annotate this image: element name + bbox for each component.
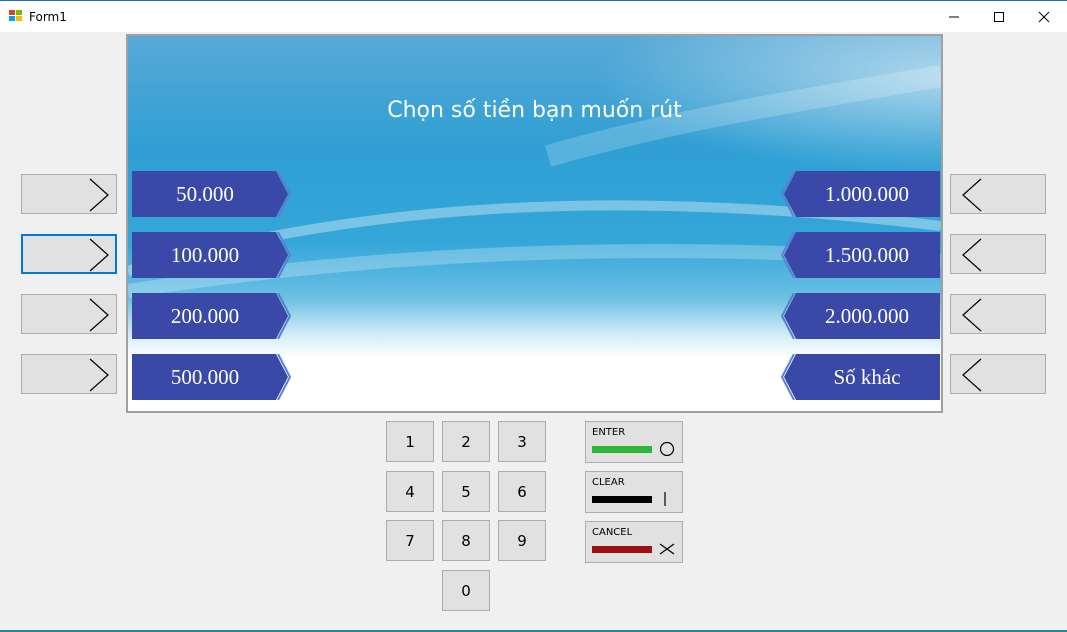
amount-option-left-2[interactable]: 100.000 (132, 232, 292, 278)
clear-label: CLEAR (592, 477, 625, 488)
chevron-right-icon (89, 238, 109, 272)
amount-option-right-4[interactable]: Số khác (780, 354, 940, 400)
key-8[interactable]: 8 (442, 520, 490, 561)
key-4[interactable]: 4 (386, 471, 434, 512)
amount-option-left-4[interactable]: 500.000 (132, 354, 292, 400)
key-7[interactable]: 7 (386, 520, 434, 561)
circle-icon (659, 441, 675, 456)
enter-color-bar (592, 446, 652, 453)
right-select-button-3[interactable] (950, 294, 1046, 334)
amount-label: 500.000 (170, 365, 240, 389)
amount-label: 200.000 (170, 304, 240, 328)
close-icon (1038, 11, 1050, 22)
cancel-color-bar (592, 546, 652, 553)
chevron-right-icon (89, 298, 109, 332)
right-select-button-1[interactable] (950, 174, 1046, 214)
amount-option-left-1[interactable]: 50.000 (132, 171, 292, 217)
key-9[interactable]: 9 (498, 520, 546, 561)
bar-icon (664, 492, 666, 506)
left-select-button-1[interactable] (21, 174, 117, 214)
x-icon (659, 543, 675, 555)
enter-label: ENTER (592, 427, 626, 438)
cancel-button[interactable]: CANCEL (585, 521, 683, 563)
chevron-right-icon (89, 178, 109, 212)
chevron-right-icon (89, 358, 109, 392)
key-2[interactable]: 2 (442, 421, 490, 462)
chevron-left-icon (962, 178, 982, 212)
cancel-label: CANCEL (592, 527, 633, 538)
minimize-button[interactable] (931, 1, 977, 32)
atm-screen: Chọn số tiền bạn muốn rút 50.000 100.000… (126, 34, 943, 413)
amount-option-right-1[interactable]: 1.000.000 (780, 171, 940, 217)
right-select-button-2[interactable] (950, 234, 1046, 274)
chevron-left-icon (962, 298, 982, 332)
app-icon (9, 10, 23, 22)
amount-option-right-2[interactable]: 1.500.000 (780, 232, 940, 278)
left-select-button-2[interactable] (21, 234, 117, 274)
clear-button[interactable]: CLEAR (585, 471, 683, 513)
amount-label: 1.000.000 (825, 182, 909, 206)
screen-prompt: Chọn số tiền bạn muốn rút (387, 98, 682, 123)
key-1[interactable]: 1 (386, 421, 434, 462)
key-5[interactable]: 5 (442, 471, 490, 512)
amount-option-left-3[interactable]: 200.000 (132, 293, 292, 339)
window-title: Form1 (29, 10, 67, 24)
minimize-icon (949, 16, 959, 17)
amount-label: Số khác (833, 365, 901, 389)
enter-button[interactable]: ENTER (585, 421, 683, 463)
amount-label: 2.000.000 (825, 304, 909, 328)
close-button[interactable] (1021, 1, 1067, 32)
maximize-button[interactable] (976, 1, 1022, 32)
maximize-icon (994, 11, 1004, 22)
chevron-left-icon (962, 238, 982, 272)
amount-label: 1.500.000 (825, 243, 909, 267)
amount-option-right-3[interactable]: 2.000.000 (780, 293, 940, 339)
left-select-button-4[interactable] (21, 354, 117, 394)
title-bar: Form1 (0, 0, 1067, 32)
chevron-left-icon (962, 358, 982, 392)
key-6[interactable]: 6 (498, 471, 546, 512)
key-0[interactable]: 0 (442, 570, 490, 611)
left-select-button-3[interactable] (21, 294, 117, 334)
amount-label: 50.000 (176, 182, 234, 206)
amount-label: 100.000 (170, 243, 240, 267)
clear-color-bar (592, 496, 652, 503)
right-select-button-4[interactable] (950, 354, 1046, 394)
key-3[interactable]: 3 (498, 421, 546, 462)
